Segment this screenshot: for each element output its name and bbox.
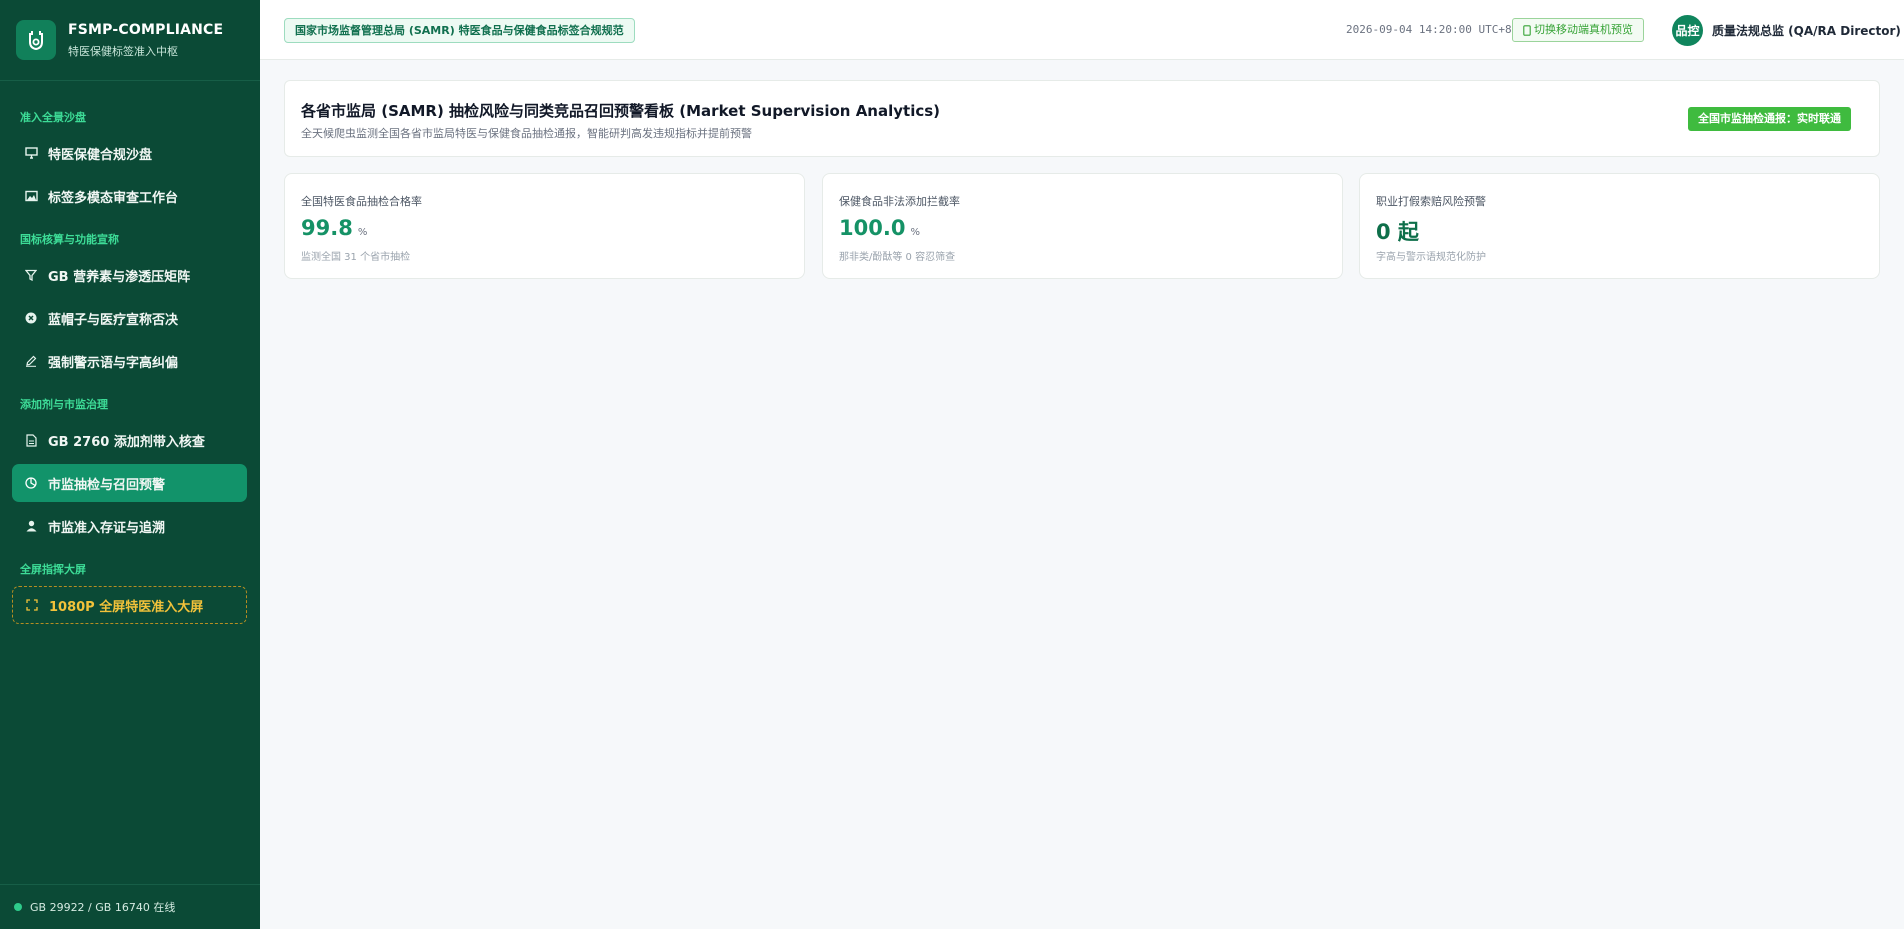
avatar[interactable]: 品控 [1672,15,1703,46]
sidebar-item-label: 市监准入存证与追溯 [48,520,166,536]
stat-value: 100.0% [839,216,920,240]
stat-label: 职业打假索赔风险预警 [1376,195,1486,208]
stat-card-claim-risk: 职业打假索赔风险预警 0 起 字高与警示语规范化防护 [1359,173,1880,279]
shield-logo-icon [16,20,56,60]
stat-note: 字高与警示语规范化防护 [1376,252,1486,263]
desktop-icon [24,146,38,160]
sidebar-item-fullscreen-dashboard[interactable]: 1080P 全屏特医准入大屏 [12,586,247,624]
sidebar-item-compliance-sandbox[interactable]: 特医保健合规沙盘 [12,134,247,172]
stat-label: 保健食品非法添加拦截率 [839,195,960,208]
fullscreen-icon [25,598,39,612]
sidebar-item-label: 市监抽检与召回预警 [48,477,166,493]
stat-number: 0 起 [1376,220,1419,244]
stat-label: 全国特医食品抽检合格率 [301,195,422,208]
close-circle-icon [24,311,38,325]
pen-icon [24,354,38,368]
mobile-icon [1523,24,1531,36]
sidebar-item-label: 蓝帽子与医疗宣称否决 [48,312,179,328]
live-status-badge: 全国市监抽检通报：实时联通 [1688,107,1851,131]
sidebar-item-label-review[interactable]: 标签多模态审查工作台 [12,177,247,215]
sidebar-item-warning-font[interactable]: 强制警示语与字高纠偏 [12,342,247,380]
stat-card-pass-rate: 全国特医食品抽检合格率 99.8% 监测全国 31 个省市抽检 [284,173,805,279]
sidebar-item-recall-warning[interactable]: 市监抽检与召回预警 [12,464,247,502]
stat-note: 那非类/酚酞等 0 容忍筛查 [839,252,956,263]
filter-icon [24,268,38,282]
page-title: 各省市监局 (SAMR) 抽检风险与同类竞品召回预警看板 (Market Sup… [301,102,941,120]
stat-value: 0 起 [1376,216,1419,246]
stat-note: 监测全国 31 个省市抽检 [301,252,411,263]
sidebar-item-label: 强制警示语与字高纠偏 [48,355,179,371]
nav-section-additives: 添加剂与市监治理 [20,398,108,411]
brand: FSMP-COMPLIANCE 特医保健标签准入中枢 [0,0,260,81]
sidebar-item-label: 标签多模态审查工作台 [48,190,179,206]
pie-chart-icon [24,476,38,490]
sidebar-item-nutrient-matrix[interactable]: GB 营养素与渗透压矩阵 [12,256,247,294]
sidebar-item-label: GB 营养素与渗透压矩阵 [48,269,191,285]
page-subtitle: 全天候爬虫监测全国各省市监局特医与保健食品抽检通报，智能研判高发违规指标并提前预… [301,127,752,140]
stat-unit: % [357,227,368,238]
sidebar-status: GB 29922 / GB 16740 在线 [0,884,260,929]
regulation-badge: 国家市场监督管理总局 (SAMR) 特医食品与保健食品标签合规规范 [284,18,635,43]
nav-section-fullscreen: 全屏指挥大屏 [20,563,86,576]
sidebar-item-label: 1080P 全屏特医准入大屏 [49,599,204,615]
user-icon [24,519,38,533]
online-status-dot [14,903,22,911]
brand-title: FSMP-COMPLIANCE [68,21,224,38]
mobile-preview-label: 切换移动端真机预览 [1534,23,1633,36]
mobile-preview-button[interactable]: 切换移动端真机预览 [1512,18,1644,42]
datetime: 2026-09-04 14:20:00 UTC+8 [1346,23,1512,36]
sidebar-item-blue-hat-veto[interactable]: 蓝帽子与医疗宣称否决 [12,299,247,337]
image-icon [24,189,38,203]
sidebar-item-label: GB 2760 添加剂带入核查 [48,434,205,450]
sidebar-item-traceability[interactable]: 市监准入存证与追溯 [12,507,247,545]
nav-section-panorama: 准入全景沙盘 [20,111,86,124]
sidebar-item-label: 特医保健合规沙盘 [48,147,153,163]
sidebar: FSMP-COMPLIANCE 特医保健标签准入中枢 准入全景沙盘 特医保健合规… [0,0,260,929]
document-icon [24,433,38,447]
stat-value: 99.8% [301,216,367,240]
top-header: 国家市场监督管理总局 (SAMR) 特医食品与保健食品标签合规规范 2026-0… [260,0,1904,60]
stat-number: 100.0 [839,216,906,240]
stat-card-interception-rate: 保健食品非法添加拦截率 100.0% 那非类/酚酞等 0 容忍筛查 [822,173,1343,279]
page-banner: 各省市监局 (SAMR) 抽检风险与同类竞品召回预警看板 (Market Sup… [284,80,1880,157]
user-role: 质量法规总监 (QA/RA Director) [1712,24,1901,38]
nav-section-standards: 国标核算与功能宣称 [20,233,119,246]
stat-unit: % [910,227,920,238]
brand-subtitle: 特医保健标签准入中枢 [68,44,178,58]
stat-number: 99.8 [301,216,353,240]
sidebar-status-text: GB 29922 / GB 16740 在线 [30,901,176,914]
sidebar-item-additive-check[interactable]: GB 2760 添加剂带入核查 [12,421,247,459]
